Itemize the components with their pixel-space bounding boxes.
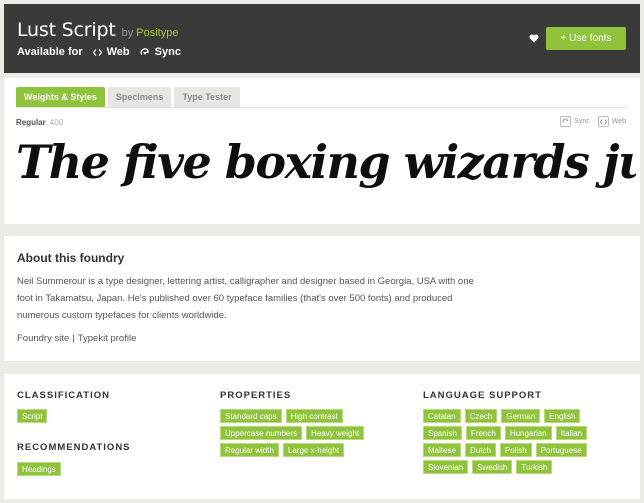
style-web-toggle[interactable]: Web <box>597 116 626 127</box>
style-info: Regular 400 <box>16 118 63 127</box>
styles-card: Weights & Styles Specimens Type Tester R… <box>4 78 640 224</box>
link-separator: | <box>72 333 75 344</box>
style-weight: 400 <box>49 118 64 127</box>
tag-czech[interactable]: Czech <box>464 409 498 423</box>
tag-german[interactable]: German <box>501 409 541 423</box>
availability-web: Web <box>92 46 130 58</box>
style-availability: Sync Web <box>560 116 626 127</box>
font-sample-text: The five boxing wizards jump quickly <box>16 135 636 189</box>
style-name: Regular <box>16 118 46 127</box>
style-web-label: Web <box>611 118 626 125</box>
tag-swedish[interactable]: Swedish <box>472 460 513 474</box>
recommendations-title: RECOMMENDATIONS <box>17 442 131 453</box>
typekit-profile-link[interactable]: Typekit profile <box>78 333 137 344</box>
font-header: Lust Script by Positype Available for We… <box>4 4 640 73</box>
availability-sync: Sync <box>140 46 181 58</box>
tag-hungarian[interactable]: Hungarian <box>504 426 552 440</box>
tab-type-tester[interactable]: Type Tester <box>174 87 240 107</box>
tag-italian[interactable]: Italian <box>555 426 588 440</box>
sync-label: Sync <box>154 46 181 58</box>
tab-divider <box>16 107 628 108</box>
tag-dutch[interactable]: Dutch <box>465 443 496 457</box>
tag-catalan[interactable]: Catalan <box>423 409 461 423</box>
tag-french[interactable]: French <box>465 426 501 440</box>
tag-heavy-weight[interactable]: Heavy weight <box>306 426 365 440</box>
tag-standard-caps[interactable]: Standard caps <box>220 409 282 423</box>
tag-maltese[interactable]: Maltese <box>423 443 462 457</box>
tag-headings[interactable]: Headings <box>17 462 61 476</box>
tag-script[interactable]: Script <box>17 409 48 423</box>
classification-title: CLASSIFICATION <box>17 390 110 401</box>
tag-polish[interactable]: Polish <box>499 443 532 457</box>
tag-large-x-height[interactable]: Large x-height <box>282 443 345 457</box>
about-title: About this foundry <box>17 251 125 265</box>
about-foundry-card: About this foundry Neil Summerour is a t… <box>4 236 640 361</box>
recommendations-tags: Headings <box>17 462 197 476</box>
tag-english[interactable]: English <box>544 409 581 423</box>
by-label: by <box>121 27 134 39</box>
use-fonts-button[interactable]: + Use fonts <box>546 27 626 50</box>
font-title: Lust Script <box>17 19 116 41</box>
tag-spanish[interactable]: Spanish <box>423 426 462 440</box>
properties-title: PROPERTIES <box>220 390 292 401</box>
tab-bar: Weights & Styles Specimens Type Tester <box>16 87 240 107</box>
foundry-links: Foundry site | Typekit profile <box>17 333 136 344</box>
font-details-card: CLASSIFICATION Script RECOMMENDATIONS He… <box>4 374 640 499</box>
foundry-link[interactable]: Positype <box>136 27 178 39</box>
tag-high-contrast[interactable]: High contrast <box>285 409 343 423</box>
sync-icon <box>140 47 149 55</box>
available-label: Available for <box>17 46 83 58</box>
language-support-title: LANGUAGE SUPPORT <box>423 390 542 401</box>
title-row: Lust Script by Positype <box>17 19 178 41</box>
tab-weights-styles[interactable]: Weights & Styles <box>16 87 105 107</box>
style-sync-label: Sync <box>574 118 590 125</box>
tab-specimens[interactable]: Specimens <box>107 87 172 107</box>
sync-box-icon <box>560 116 572 127</box>
tag-turkish[interactable]: Turkish <box>516 460 553 474</box>
tag-uppercase-numbers[interactable]: Uppercase numbers <box>220 426 303 440</box>
classification-tags: Script <box>17 409 197 423</box>
tag-portuguese[interactable]: Portuguese <box>535 443 587 457</box>
style-sync-toggle[interactable]: Sync <box>560 116 590 127</box>
code-icon <box>92 48 102 56</box>
availability-row: Available for Web Sync <box>17 46 181 58</box>
heart-icon[interactable] <box>529 34 539 43</box>
about-description: Neil Summerour is a type designer, lette… <box>17 276 474 321</box>
web-label: Web <box>106 46 130 58</box>
byline: by Positype <box>122 27 179 39</box>
language-tags: Catalan Czech German English Spanish Fre… <box>423 409 595 474</box>
tag-regular-width[interactable]: Regular width <box>220 443 279 457</box>
tag-slovenian[interactable]: Slovenian <box>423 460 469 474</box>
web-box-icon <box>597 116 609 127</box>
properties-tags: Standard caps High contrast Uppercase nu… <box>220 409 390 457</box>
foundry-site-link[interactable]: Foundry site <box>17 333 69 344</box>
